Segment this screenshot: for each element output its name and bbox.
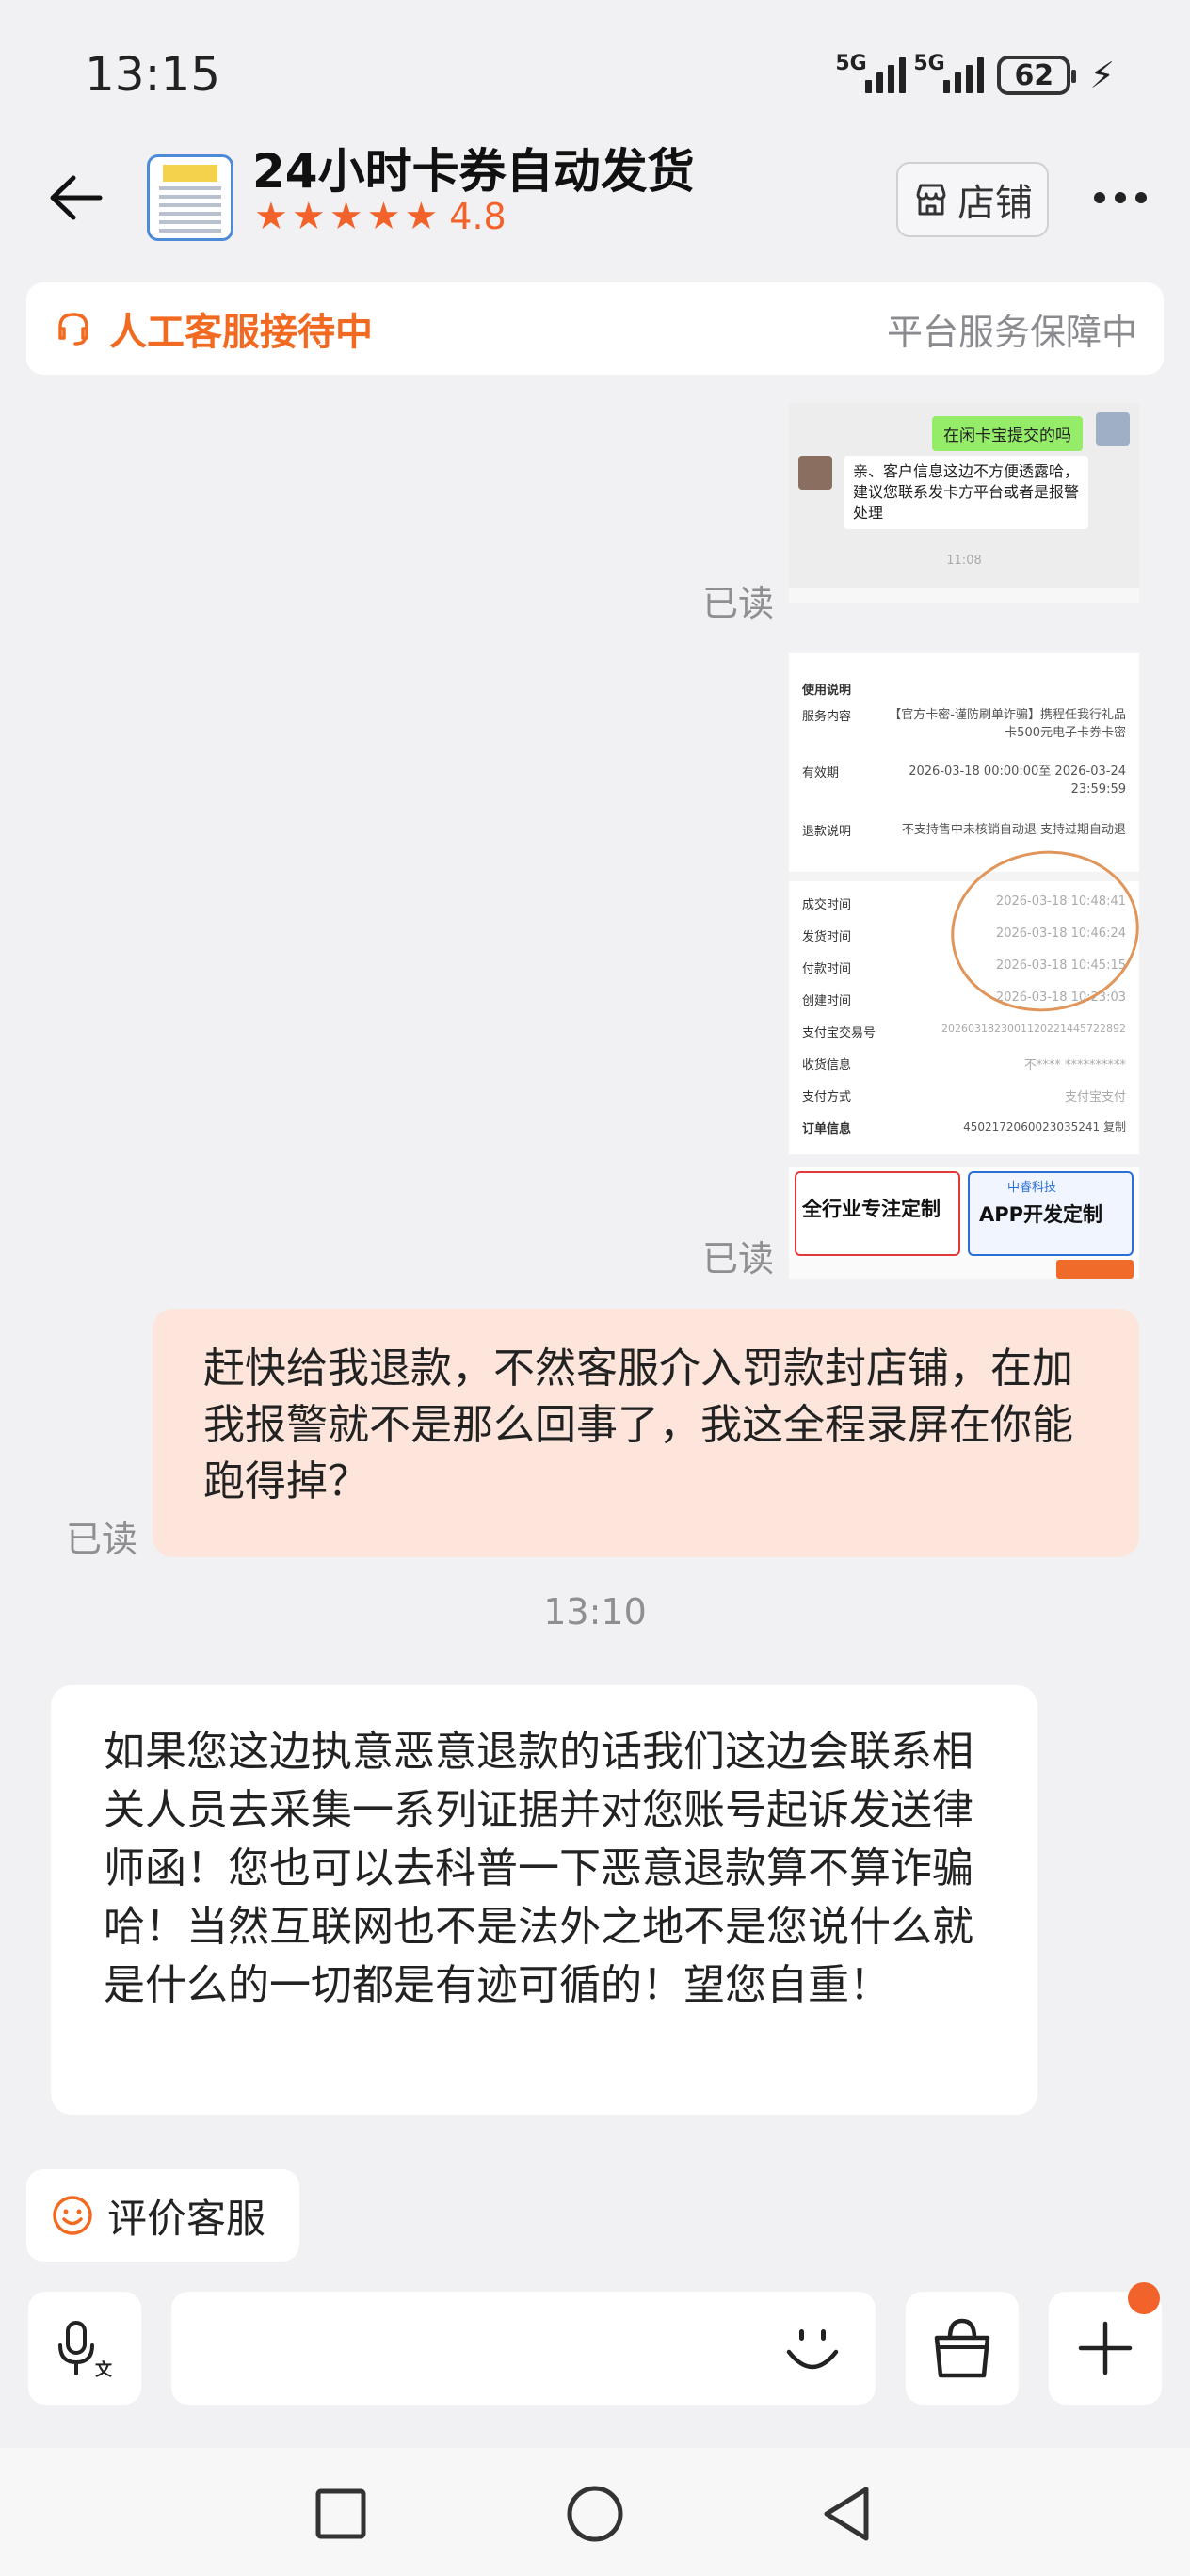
image-text: 成交时间 xyxy=(802,898,852,912)
image-message[interactable]: 使用说明 服务内容 【官方卡密-谨防刷单诈骗】携程任我行礼品卡500元电子卡券卡… xyxy=(789,653,1139,1154)
store-label: 店铺 xyxy=(957,182,1033,225)
image-text: 支付宝支付 xyxy=(1064,1090,1126,1104)
image-text: 2026031823001120221445722892 xyxy=(941,1022,1126,1035)
recent-apps-button[interactable] xyxy=(296,2469,386,2559)
smile-icon xyxy=(53,2196,92,2235)
sent-message[interactable]: 赶快给我退款，不然客服介入罚款封店铺，在加我报警就不是那么回事了，我这全程录屏在… xyxy=(153,1309,1139,1557)
service-banner: 人工客服接待中 平台服务保障中 xyxy=(26,282,1164,375)
star-icon: ★ xyxy=(404,195,439,238)
more-icon xyxy=(1094,192,1105,203)
notification-badge xyxy=(1128,2282,1160,2314)
emoji-icon xyxy=(786,2329,839,2370)
star-icon: ★ xyxy=(254,195,288,238)
image-text: 使用说明 xyxy=(802,684,852,698)
avatar xyxy=(798,456,832,490)
message-timestamp: 13:10 xyxy=(543,1591,647,1633)
triangle-nav-icon xyxy=(824,2487,869,2541)
platform-guarantee[interactable]: 平台服务保障中 xyxy=(887,303,1137,355)
rating-score: 4.8 xyxy=(449,196,507,237)
image-text: 退款说明 xyxy=(802,825,852,839)
signal-icon: 5G xyxy=(835,52,907,93)
store-icon xyxy=(916,184,946,216)
image-message[interactable]: 全行业专注定制 中睿科技 APP开发定制 xyxy=(789,1167,1139,1279)
signal-label: 5G xyxy=(835,52,867,75)
charging-icon: ⚡ xyxy=(1089,55,1115,96)
image-text: 2026-03-18 00:00:00至 2026-03-24 23:59:59 xyxy=(909,765,1126,797)
battery-icon: 62 xyxy=(997,56,1077,95)
status-time: 13:15 xyxy=(85,47,221,102)
image-text: 创建时间 xyxy=(802,994,852,1008)
circle-nav-icon xyxy=(567,2486,623,2542)
back-arrow-icon xyxy=(50,175,103,220)
image-text: 11:08 xyxy=(946,554,982,568)
star-icon: ★ xyxy=(366,195,401,238)
shop-avatar[interactable] xyxy=(147,154,233,241)
svg-text:文: 文 xyxy=(95,2359,113,2380)
home-button[interactable] xyxy=(550,2469,640,2559)
plus-icon xyxy=(1078,2321,1133,2375)
image-text: 亲、客户信息这边不方便透露哈，建议您联系发卡方平台或者是报警处理 xyxy=(844,456,1088,529)
image-text: 发货时间 xyxy=(802,930,852,944)
shop-rating: ★ ★ ★ ★ ★ 4.8 xyxy=(254,196,507,237)
image-text: 服务内容 xyxy=(802,710,852,724)
signal-label: 5G xyxy=(913,52,945,75)
square-nav-icon xyxy=(315,2488,366,2539)
ad-banner: 全行业专注定制 xyxy=(795,1171,960,1256)
star-icon: ★ xyxy=(329,195,363,238)
read-label: 已读 xyxy=(702,583,775,624)
evaluate-service-button[interactable]: 评价客服 xyxy=(26,2169,299,2262)
emoji-button[interactable] xyxy=(770,2307,855,2391)
voice-input-icon: 文 xyxy=(58,2321,113,2380)
image-text: 付款时间 xyxy=(802,962,852,976)
image-text: 不支持售中未核销自动退 支持过期自动退 xyxy=(901,823,1126,837)
image-text: 有效期 xyxy=(802,766,840,781)
back-button[interactable] xyxy=(38,160,113,235)
back-nav-button[interactable] xyxy=(802,2469,892,2559)
more-button[interactable] xyxy=(1083,169,1158,226)
received-message[interactable]: 如果您这边执意恶意退款的话我们这边会联系相关人员去采集一系列证据并对您账号起诉发… xyxy=(51,1685,1037,2115)
voice-input-button[interactable]: 文 xyxy=(28,2292,141,2405)
service-status: 人工客服接待中 xyxy=(109,311,373,354)
signal-icon: 5G xyxy=(913,52,985,93)
image-text: 不**** ********** xyxy=(1023,1058,1126,1072)
avatar xyxy=(1096,412,1130,446)
shop-name[interactable]: 24小时卡券自动发货 xyxy=(252,134,695,201)
image-text: 在闲卡宝提交的吗 xyxy=(932,416,1083,451)
image-text: 4502172060023035241 复制 xyxy=(963,1120,1126,1134)
star-icon: ★ xyxy=(291,195,326,238)
headset-icon xyxy=(58,313,88,346)
shopping-bag-button[interactable] xyxy=(906,2292,1019,2405)
evaluate-label: 评价客服 xyxy=(107,2195,266,2242)
ad-text: 中睿科技 xyxy=(1007,1181,1057,1195)
image-text: 支付方式 xyxy=(802,1090,852,1104)
image-text: 【官方卡密-谨防刷单诈骗】携程任我行礼品卡500元电子卡券卡密 xyxy=(889,708,1126,740)
store-button[interactable]: 店铺 xyxy=(896,162,1049,237)
ad-text: 全行业专注定制 xyxy=(802,1198,941,1220)
shopping-bag-icon xyxy=(934,2318,990,2378)
status-icons: 5G 5G 62 ⚡ xyxy=(835,47,1115,104)
read-label: 已读 xyxy=(66,1519,138,1560)
image-text: 支付宝交易号 xyxy=(802,1026,876,1040)
ad-banner: 中睿科技 APP开发定制 xyxy=(968,1171,1134,1256)
image-text: 收货信息 xyxy=(802,1058,852,1072)
image-message[interactable]: 在闲卡宝提交的吗 亲、客户信息这边不方便透露哈，建议您联系发卡方平台或者是报警处… xyxy=(789,403,1139,603)
read-label: 已读 xyxy=(702,1238,775,1280)
ad-text: APP开发定制 xyxy=(979,1203,1103,1226)
image-text: 订单信息 xyxy=(802,1122,852,1136)
